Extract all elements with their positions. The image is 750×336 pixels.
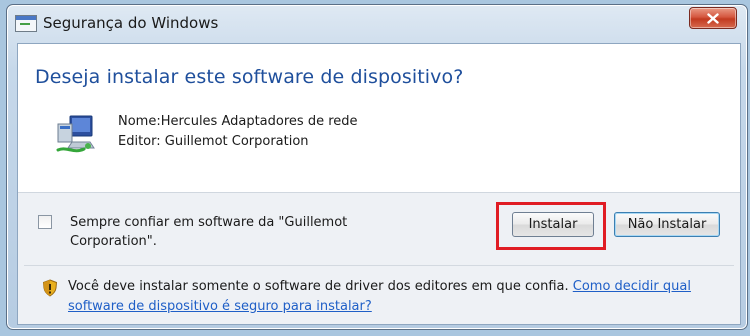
- divider: [24, 265, 734, 266]
- device-name: Nome:Hercules Adaptadores de rede: [118, 114, 358, 129]
- action-panel: Sempre confiar em software da "Guillemot…: [18, 192, 740, 324]
- dialog-window: Segurança do Windows Deseja instalar est…: [6, 4, 748, 330]
- device-info: Nome:Hercules Adaptadores de rede Editor…: [118, 112, 358, 152]
- close-button[interactable]: [689, 7, 737, 29]
- network-adapter-icon: [56, 115, 95, 153]
- title-bar: Segurança do Windows: [7, 5, 747, 41]
- always-trust-checkbox[interactable]: [38, 215, 52, 229]
- window-title: Segurança do Windows: [43, 14, 219, 32]
- dialog-content: Deseja instalar este software de disposi…: [17, 43, 741, 325]
- dialog-heading: Deseja instalar este software de disposi…: [35, 66, 464, 88]
- always-trust-label[interactable]: Sempre confiar em software da "Guillemot…: [70, 213, 400, 251]
- windows-security-icon: [15, 15, 37, 32]
- warning-text: Você deve instalar somente o software de…: [68, 279, 569, 294]
- close-icon: [707, 12, 719, 24]
- install-button[interactable]: Instalar: [512, 212, 594, 237]
- dont-install-button[interactable]: Não Instalar: [614, 212, 720, 237]
- device-publisher: Editor: Guillemot Corporation: [118, 134, 309, 149]
- warning-message: Você deve instalar somente o software de…: [68, 277, 728, 317]
- shield-warning-icon: [42, 279, 58, 297]
